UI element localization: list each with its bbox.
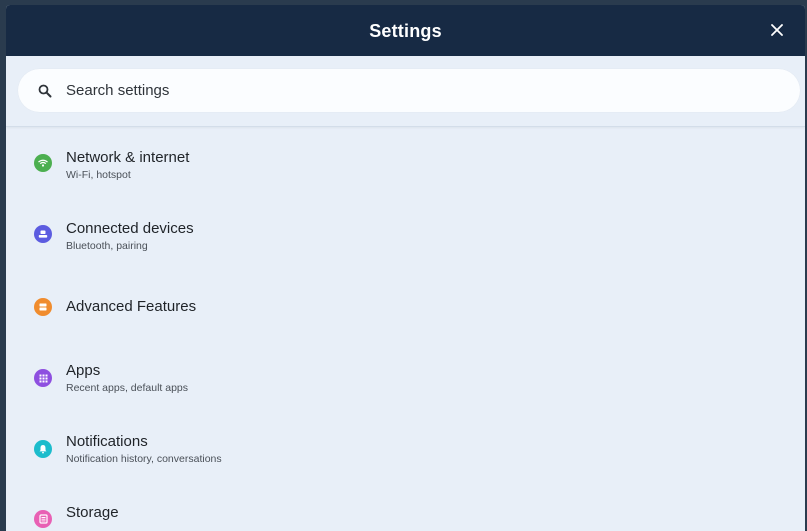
settings-item-connected-devices[interactable]: Connected devices Bluetooth, pairing [6, 198, 805, 264]
item-title: Apps [66, 362, 101, 379]
search-bar[interactable] [18, 69, 800, 112]
close-icon [771, 24, 783, 36]
wifi-icon [34, 154, 52, 172]
search-area [6, 56, 805, 127]
item-subtitle: Bluetooth, pairing [66, 240, 148, 252]
search-icon [38, 84, 52, 97]
settings-item-storage[interactable]: Storage [6, 482, 805, 531]
settings-item-advanced-features[interactable]: Advanced Features [6, 269, 805, 335]
features-icon [34, 298, 52, 316]
settings-item-network[interactable]: Network & internet Wi-Fi, hotspot [6, 127, 805, 193]
item-subtitle: Recent apps, default apps [66, 382, 189, 394]
window-title: Settings [369, 21, 442, 41]
settings-item-apps[interactable]: Apps Recent apps, default apps [6, 340, 805, 406]
storage-icon [34, 510, 52, 528]
bell-icon [34, 440, 52, 458]
close-button[interactable] [765, 18, 789, 42]
item-subtitle: Notification history, conversations [66, 453, 222, 465]
settings-window: Settings Netw [6, 5, 805, 531]
item-title: Storage [66, 504, 119, 521]
item-title: Network & internet [66, 149, 190, 166]
devices-icon [34, 225, 52, 243]
settings-item-notifications[interactable]: Notifications Notification history, conv… [6, 411, 805, 477]
title-bar: Settings [6, 5, 805, 56]
item-title: Notifications [66, 433, 148, 450]
search-input[interactable] [66, 82, 746, 99]
item-title: Advanced Features [66, 298, 197, 315]
item-subtitle: Wi-Fi, hotspot [66, 169, 131, 181]
apps-icon [34, 369, 52, 387]
item-title: Connected devices [66, 220, 194, 237]
